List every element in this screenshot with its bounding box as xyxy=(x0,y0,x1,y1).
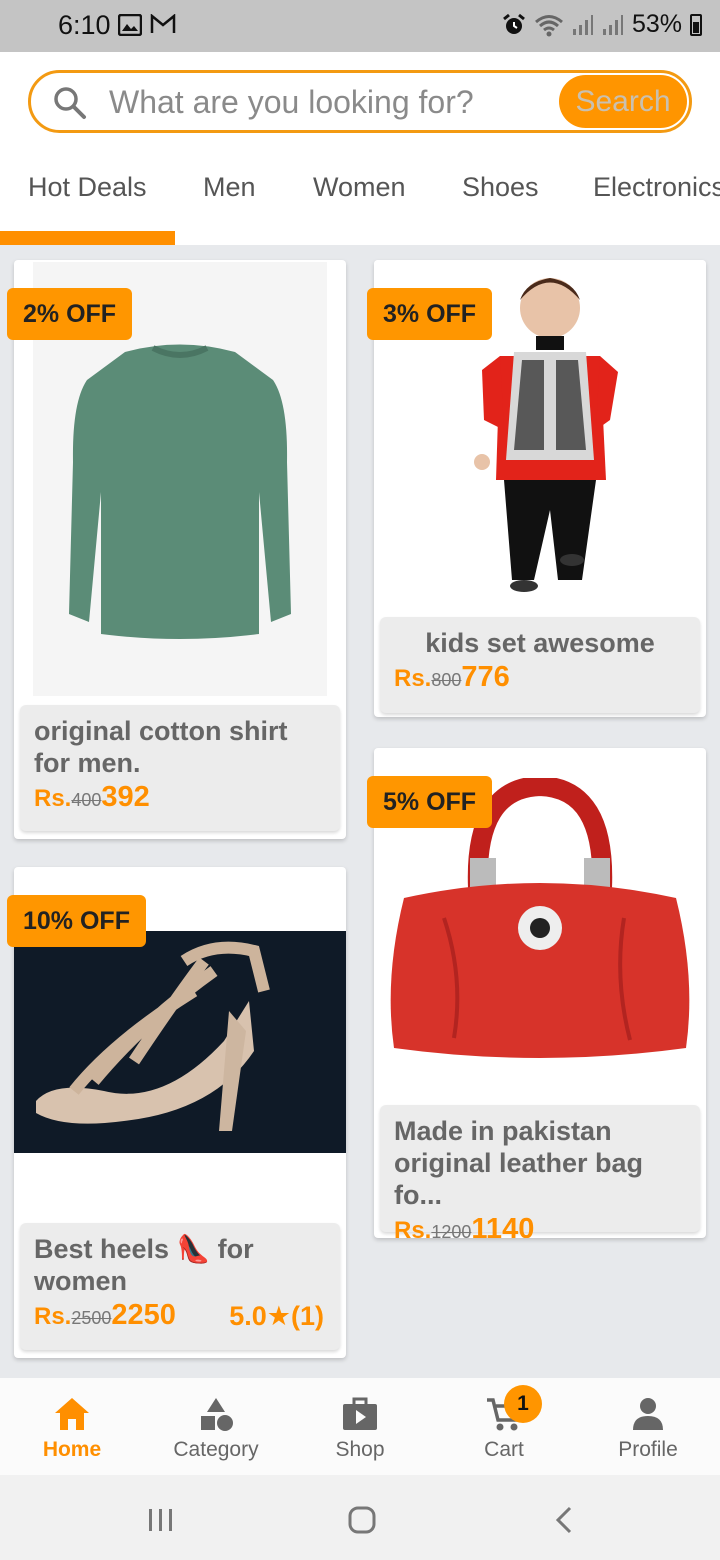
profile-icon xyxy=(633,1398,663,1430)
current-price: 1140 xyxy=(471,1213,535,1238)
signal-icon xyxy=(572,14,593,35)
product-info: original cotton shirt for men. Rs.400392 xyxy=(20,705,340,831)
shop-icon xyxy=(343,1397,377,1430)
search-icon xyxy=(54,87,86,119)
heels-image xyxy=(36,941,270,1131)
tab-women[interactable]: Women xyxy=(313,172,406,203)
product-title: Made in pakistan original leather bag fo… xyxy=(394,1116,644,1210)
status-time: 6:10 xyxy=(58,10,111,40)
nav-category[interactable]: Category xyxy=(144,1378,288,1475)
nav-cart[interactable]: Cart xyxy=(432,1378,576,1475)
search-bar[interactable]: Search xyxy=(28,70,692,133)
current-price: 392 xyxy=(101,781,150,813)
product-title: original cotton shirt for men. xyxy=(34,716,288,778)
cart-count-badge: 1 xyxy=(504,1385,542,1423)
battery-icon xyxy=(690,13,702,36)
back-icon[interactable] xyxy=(554,1505,574,1535)
nav-category-label: Category xyxy=(173,1438,259,1461)
search-input[interactable] xyxy=(109,81,549,123)
tab-hot-deals[interactable]: Hot Deals xyxy=(28,172,147,203)
nav-shop[interactable]: Shop xyxy=(288,1378,432,1475)
recent-apps-icon[interactable] xyxy=(147,1507,175,1533)
product-title: Best heels 👠 for women xyxy=(34,1234,254,1296)
battery-percent: 53% xyxy=(631,10,682,38)
alarm-icon xyxy=(503,13,525,34)
home-icon xyxy=(55,1398,89,1430)
tab-men[interactable]: Men xyxy=(203,172,256,203)
current-price: 776 xyxy=(461,661,510,693)
product-info: Best heels 👠 for women Rs.25002250 5.0★(… xyxy=(20,1223,340,1350)
nav-home-label: Home xyxy=(42,1438,102,1461)
current-price: 2250 xyxy=(111,1299,176,1331)
currency-label: Rs. xyxy=(394,665,432,692)
wifi-icon xyxy=(534,14,563,36)
nav-profile[interactable]: Profile xyxy=(576,1378,720,1475)
discount-badge: 2% OFF xyxy=(7,288,133,340)
currency-label: Rs. xyxy=(394,1217,432,1238)
old-price: 400 xyxy=(71,790,102,810)
signal-icon xyxy=(602,14,623,35)
old-price: 800 xyxy=(431,670,462,690)
category-tabs: Hot Deals Men Women Shoes Electronics xyxy=(0,150,720,245)
system-navigation-bar xyxy=(0,1475,720,1560)
product-card[interactable]: original cotton shirt for men. Rs.400392 xyxy=(14,260,346,839)
active-tab-indicator xyxy=(0,231,175,245)
product-info: Made in pakistan original leather bag fo… xyxy=(380,1105,700,1238)
gallery-icon xyxy=(118,14,142,36)
currency-label: Rs. xyxy=(34,785,72,812)
currency-label: Rs. xyxy=(34,1303,72,1330)
price-row: Rs.12001140 xyxy=(394,1213,686,1238)
nav-profile-label: Profile xyxy=(618,1438,678,1461)
search-button[interactable]: Search xyxy=(559,75,687,128)
product-rating: 5.0★(1) xyxy=(229,1301,324,1331)
category-icon xyxy=(201,1398,233,1431)
discount-badge: 3% OFF xyxy=(367,288,493,340)
old-price: 1200 xyxy=(431,1222,472,1238)
product-image xyxy=(14,931,346,1153)
tab-electronics[interactable]: Electronics xyxy=(593,172,720,203)
old-price: 2500 xyxy=(71,1308,112,1328)
status-bar: 6:10 53% xyxy=(0,0,720,52)
price-row: Rs.800776 xyxy=(394,661,686,694)
nav-shop-label: Shop xyxy=(335,1438,385,1461)
nav-home[interactable]: Home xyxy=(0,1378,144,1475)
discount-badge: 10% OFF xyxy=(7,895,146,947)
product-title: kids set awesome xyxy=(425,628,655,658)
tab-shoes[interactable]: Shoes xyxy=(462,172,539,203)
product-info: kids set awesome Rs.800776 xyxy=(380,617,700,713)
home-system-icon[interactable] xyxy=(347,1505,377,1535)
product-grid: original cotton shirt for men. Rs.400392… xyxy=(0,245,720,1378)
nav-cart-label: Cart xyxy=(484,1438,524,1461)
gmail-icon xyxy=(150,14,176,33)
discount-badge: 5% OFF xyxy=(367,776,493,828)
bottom-navigation: Home Category Shop Cart Profile xyxy=(0,1378,720,1475)
price-row: Rs.400392 xyxy=(34,781,326,814)
